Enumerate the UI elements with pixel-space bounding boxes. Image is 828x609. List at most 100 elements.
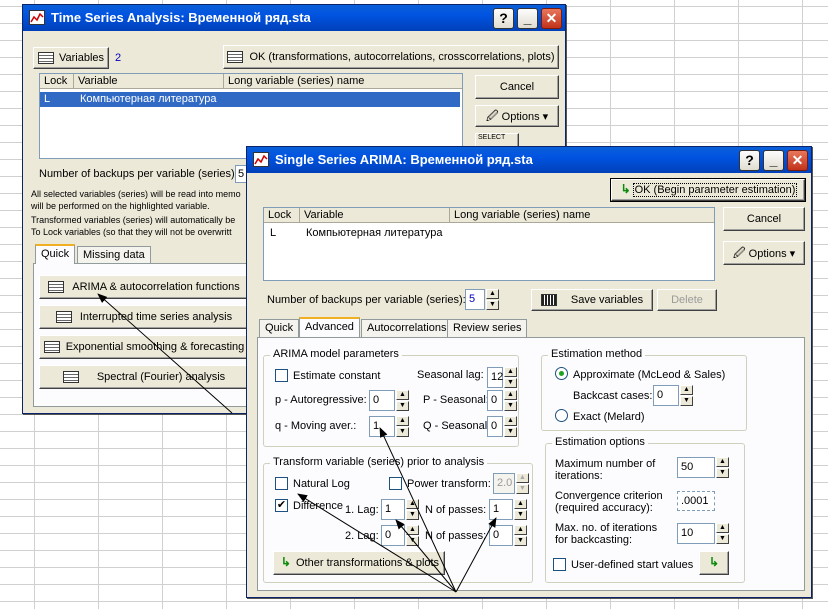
- power-spin-buttons[interactable]: ▲ ▼: [516, 473, 529, 494]
- col-variable[interactable]: Variable: [74, 74, 224, 89]
- go-icon: ↳: [708, 555, 720, 569]
- minimize-button[interactable]: _: [517, 8, 538, 29]
- col-lock[interactable]: Lock: [264, 208, 300, 223]
- begin-estimation-button[interactable]: ↳ OK (Begin parameter estimation): [610, 178, 806, 202]
- front-backups-spinner[interactable]: 5 ▲ ▼: [465, 289, 499, 310]
- power-field[interactable]: 2.0: [493, 473, 515, 494]
- backcast-iterations-field[interactable]: 10: [677, 523, 715, 544]
- Q-seasonal-spin-buttons[interactable]: ▲ ▼: [504, 416, 517, 437]
- col-lock[interactable]: Lock: [40, 74, 74, 89]
- user-defined-checkbox[interactable]: [553, 558, 566, 571]
- estimate-constant-checkbox[interactable]: [275, 369, 288, 382]
- variables-button[interactable]: Variables: [33, 47, 109, 69]
- P-seasonal-spinner[interactable]: 0 ▲ ▼: [487, 390, 517, 411]
- passes2-spinner[interactable]: 0 ▲ ▼: [489, 525, 527, 546]
- passes2-field[interactable]: 0: [489, 525, 513, 546]
- col-long-name[interactable]: Long variable (series) name: [224, 74, 462, 89]
- p-spin-buttons[interactable]: ▲ ▼: [396, 390, 409, 411]
- front-variable-list[interactable]: Lock Variable Long variable (series) nam…: [263, 207, 715, 281]
- max-iterations-field[interactable]: 50: [677, 457, 715, 478]
- difference-checkbox[interactable]: ✔: [275, 499, 288, 512]
- estimation-options-title: Estimation options: [552, 436, 648, 448]
- back-options-button[interactable]: 🖉 Options ▾: [475, 105, 559, 127]
- seasonal-lag-spinner[interactable]: 12 ▲ ▼: [487, 367, 517, 388]
- col-variable[interactable]: Variable: [300, 208, 450, 223]
- approximate-radio[interactable]: [555, 367, 568, 380]
- table-row[interactable]: L Компьютерная литература: [264, 226, 714, 241]
- chart-app-icon: [29, 10, 45, 25]
- spectral-button[interactable]: Spectral (Fourier) analysis: [39, 365, 249, 389]
- arima-button[interactable]: ARIMA & autocorrelation functions: [39, 275, 249, 299]
- backups-field[interactable]: 5: [465, 289, 485, 310]
- front-window-titlebar[interactable]: Single Series ARIMA: Временной ряд.sta ?…: [247, 147, 811, 173]
- chart-app-icon: [253, 152, 269, 167]
- variables-icon: [37, 52, 54, 65]
- p-spinner[interactable]: 0 ▲ ▼: [369, 390, 409, 411]
- passes1-field[interactable]: 1: [489, 499, 513, 520]
- backcast-iterations-spinner[interactable]: 10 ▲ ▼: [677, 523, 729, 544]
- close-button[interactable]: ✕: [541, 8, 562, 29]
- info-line-2: will be performed on the highlighted var…: [31, 201, 210, 211]
- front-options-button[interactable]: 🖉 Options ▾: [723, 241, 805, 265]
- interrupted-ts-button[interactable]: Interrupted time series analysis: [39, 305, 249, 329]
- back-cancel-button[interactable]: Cancel: [475, 75, 559, 99]
- other-transformations-button[interactable]: ↳ Other transformations & plots: [273, 551, 445, 575]
- go-icon: ↳: [280, 555, 291, 569]
- lag2-field[interactable]: 0: [381, 525, 405, 546]
- go-icon: ↳: [620, 182, 631, 196]
- back-window-titlebar[interactable]: Time Series Analysis: Временной ряд.sta …: [23, 5, 565, 31]
- backcast-cases-field[interactable]: 0: [653, 385, 679, 406]
- power-transform-spinner[interactable]: 2.0 ▲ ▼: [493, 473, 529, 494]
- p-field[interactable]: 0: [369, 390, 395, 411]
- front-cancel-button[interactable]: Cancel: [723, 207, 805, 231]
- P-seasonal-spin-buttons[interactable]: ▲ ▼: [504, 390, 517, 411]
- delete-button[interactable]: Delete: [657, 289, 717, 311]
- tab-quick-back[interactable]: Quick: [35, 244, 76, 264]
- natural-log-checkbox[interactable]: [275, 477, 288, 490]
- passes2-spin-buttons[interactable]: ▲ ▼: [514, 525, 527, 546]
- tab-review-series[interactable]: Review series: [447, 319, 528, 337]
- minimize-button[interactable]: _: [763, 150, 784, 171]
- seasonal-lag-field[interactable]: 12: [487, 367, 503, 388]
- exp-smoothing-button[interactable]: Exponential smoothing & forecasting: [39, 335, 249, 359]
- P-seasonal-field[interactable]: 0: [487, 390, 503, 411]
- exp-smoothing-icon: [43, 341, 60, 354]
- backcast-iter-spin-buttons[interactable]: ▲ ▼: [716, 523, 729, 544]
- tab-autocorrelations[interactable]: Autocorrelations: [361, 319, 453, 337]
- backcast-cases-spinner[interactable]: 0 ▲ ▼: [653, 385, 693, 406]
- passes1-spin-buttons[interactable]: ▲ ▼: [514, 499, 527, 520]
- lag1-spinner[interactable]: 1 ▲ ▼: [381, 499, 419, 520]
- q-spin-buttons[interactable]: ▲ ▼: [396, 416, 409, 437]
- q-field[interactable]: 1: [369, 416, 395, 437]
- power-transform-checkbox[interactable]: [389, 477, 402, 490]
- Q-seasonal-field[interactable]: 0: [487, 416, 503, 437]
- max-iterations-spinner[interactable]: 50 ▲ ▼: [677, 457, 729, 478]
- table-row[interactable]: L Компьютерная литература: [40, 92, 460, 107]
- tab-quick[interactable]: Quick: [259, 319, 300, 337]
- backcast-cases-label: Backcast cases:: [573, 390, 653, 402]
- back-ok-button[interactable]: OK (transformations, autocorrelations, c…: [223, 45, 559, 69]
- tab-missing-data[interactable]: Missing data: [77, 246, 151, 264]
- convergence-field[interactable]: .0001: [677, 491, 715, 511]
- help-button[interactable]: ?: [739, 150, 760, 171]
- lag2-spinner[interactable]: 0 ▲ ▼: [381, 525, 419, 546]
- backcast-spin-buttons[interactable]: ▲ ▼: [680, 385, 693, 406]
- passes1-spinner[interactable]: 1 ▲ ▼: [489, 499, 527, 520]
- max-iter-label-2: iterations:: [555, 470, 603, 482]
- user-defined-values-button[interactable]: ↳: [699, 551, 729, 575]
- Q-seasonal-spinner[interactable]: 0 ▲ ▼: [487, 416, 517, 437]
- exact-radio[interactable]: [555, 409, 568, 422]
- lag1-spin-buttons[interactable]: ▲ ▼: [406, 499, 419, 520]
- back-backups-label: Number of backups per variable (series):: [39, 168, 238, 180]
- lag2-spin-buttons[interactable]: ▲ ▼: [406, 525, 419, 546]
- q-spinner[interactable]: 1 ▲ ▼: [369, 416, 409, 437]
- save-variables-button[interactable]: Save variables: [531, 289, 653, 311]
- seasonal-lag-spin-buttons[interactable]: ▲ ▼: [504, 367, 517, 388]
- lag1-field[interactable]: 1: [381, 499, 405, 520]
- close-button[interactable]: ✕: [787, 150, 808, 171]
- help-button[interactable]: ?: [493, 8, 514, 29]
- max-iter-spin-buttons[interactable]: ▲ ▼: [716, 457, 729, 478]
- tab-advanced[interactable]: Advanced: [299, 317, 360, 337]
- col-long-name[interactable]: Long variable (series) name: [450, 208, 714, 223]
- backups-spin-buttons[interactable]: ▲ ▼: [486, 289, 499, 310]
